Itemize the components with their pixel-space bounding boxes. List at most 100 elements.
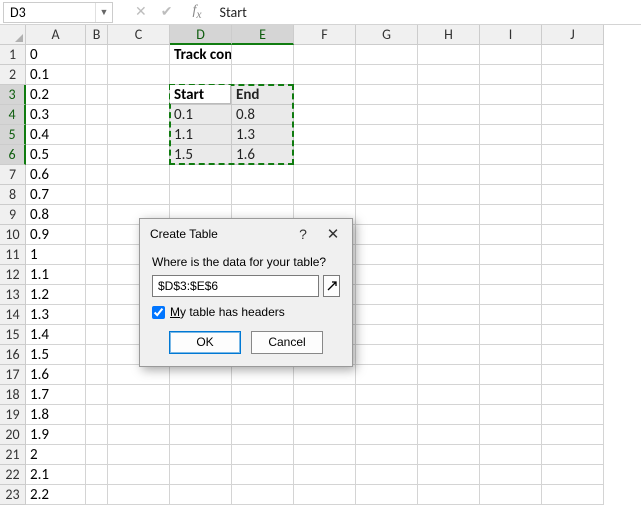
cell-B9[interactable] xyxy=(86,205,108,225)
cell-H18[interactable] xyxy=(418,385,480,405)
cell-F2[interactable] xyxy=(294,65,356,85)
cell-C23[interactable] xyxy=(108,485,170,505)
cell-I8[interactable] xyxy=(480,185,542,205)
cell-H9[interactable] xyxy=(418,205,480,225)
row-header-22[interactable]: 22 xyxy=(0,465,26,485)
cell-J21[interactable] xyxy=(542,445,604,465)
cell-H2[interactable] xyxy=(418,65,480,85)
cell-F21[interactable] xyxy=(294,445,356,465)
cell-I20[interactable] xyxy=(480,425,542,445)
cell-G15[interactable] xyxy=(356,325,418,345)
cell-F20[interactable] xyxy=(294,425,356,445)
headers-checkbox-label[interactable]: My table has headers xyxy=(170,305,285,319)
cell-G19[interactable] xyxy=(356,405,418,425)
cell-D17[interactable] xyxy=(170,365,232,385)
cell-I7[interactable] xyxy=(480,165,542,185)
cell-J11[interactable] xyxy=(542,245,604,265)
cell-A23[interactable]: 2.2 xyxy=(26,485,86,505)
cell-J17[interactable] xyxy=(542,365,604,385)
cell-I2[interactable] xyxy=(480,65,542,85)
row-header-18[interactable]: 18 xyxy=(0,385,26,405)
row-header-4[interactable]: 4 xyxy=(0,105,26,125)
cell-H22[interactable] xyxy=(418,465,480,485)
cell-A4[interactable]: 0.3 xyxy=(26,105,86,125)
cell-F1[interactable] xyxy=(294,45,356,65)
cell-A19[interactable]: 1.8 xyxy=(26,405,86,425)
col-header-A[interactable]: A xyxy=(26,25,86,45)
cell-F5[interactable] xyxy=(294,125,356,145)
formula-input[interactable]: Start xyxy=(216,4,641,21)
cell-G21[interactable] xyxy=(356,445,418,465)
ok-button[interactable]: OK xyxy=(169,331,241,354)
cell-G1[interactable] xyxy=(356,45,418,65)
cell-J23[interactable] xyxy=(542,485,604,505)
cell-I23[interactable] xyxy=(480,485,542,505)
cell-G2[interactable] xyxy=(356,65,418,85)
row-header-2[interactable]: 2 xyxy=(0,65,26,85)
row-header-6[interactable]: 6 xyxy=(0,145,26,165)
cell-H19[interactable] xyxy=(418,405,480,425)
cell-B17[interactable] xyxy=(86,365,108,385)
cell-B5[interactable] xyxy=(86,125,108,145)
cell-G3[interactable] xyxy=(356,85,418,105)
cell-A6[interactable]: 0.5 xyxy=(26,145,86,165)
col-header-B[interactable]: B xyxy=(86,25,108,45)
cell-C7[interactable] xyxy=(108,165,170,185)
cell-A5[interactable]: 0.4 xyxy=(26,125,86,145)
cell-C17[interactable] xyxy=(108,365,170,385)
cell-E22[interactable] xyxy=(232,465,294,485)
cell-H23[interactable] xyxy=(418,485,480,505)
cell-H16[interactable] xyxy=(418,345,480,365)
name-box[interactable]: D3 ▼ xyxy=(3,2,113,23)
cell-E23[interactable] xyxy=(232,485,294,505)
cell-D6[interactable]: 1.5 xyxy=(170,145,232,165)
cell-A21[interactable]: 2 xyxy=(26,445,86,465)
cell-G20[interactable] xyxy=(356,425,418,445)
cell-B23[interactable] xyxy=(86,485,108,505)
cell-A8[interactable]: 0.7 xyxy=(26,185,86,205)
cell-B15[interactable] xyxy=(86,325,108,345)
row-header-1[interactable]: 1 xyxy=(0,45,26,65)
cell-H7[interactable] xyxy=(418,165,480,185)
cell-C21[interactable] xyxy=(108,445,170,465)
cell-A9[interactable]: 0.8 xyxy=(26,205,86,225)
cell-J12[interactable] xyxy=(542,265,604,285)
cell-C18[interactable] xyxy=(108,385,170,405)
cell-J3[interactable] xyxy=(542,85,604,105)
col-header-I[interactable]: I xyxy=(480,25,542,45)
cell-I22[interactable] xyxy=(480,465,542,485)
cell-F8[interactable] xyxy=(294,185,356,205)
col-header-J[interactable]: J xyxy=(542,25,604,45)
cell-A3[interactable]: 0.2 xyxy=(26,85,86,105)
collapse-dialog-icon[interactable] xyxy=(323,275,340,297)
cell-B2[interactable] xyxy=(86,65,108,85)
cell-E8[interactable] xyxy=(232,185,294,205)
cell-D7[interactable] xyxy=(170,165,232,185)
row-header-14[interactable]: 14 xyxy=(0,305,26,325)
col-header-G[interactable]: G xyxy=(356,25,418,45)
col-header-E[interactable]: E xyxy=(232,25,294,45)
cell-A2[interactable]: 0.1 xyxy=(26,65,86,85)
cell-G11[interactable] xyxy=(356,245,418,265)
cell-A14[interactable]: 1.3 xyxy=(26,305,86,325)
cell-J18[interactable] xyxy=(542,385,604,405)
row-header-17[interactable]: 17 xyxy=(0,365,26,385)
cell-F22[interactable] xyxy=(294,465,356,485)
cell-G12[interactable] xyxy=(356,265,418,285)
cell-E6[interactable]: 1.6 xyxy=(232,145,294,165)
cell-J22[interactable] xyxy=(542,465,604,485)
cell-E17[interactable] xyxy=(232,365,294,385)
cell-B6[interactable] xyxy=(86,145,108,165)
cell-I15[interactable] xyxy=(480,325,542,345)
cell-G14[interactable] xyxy=(356,305,418,325)
cell-H13[interactable] xyxy=(418,285,480,305)
cell-G18[interactable] xyxy=(356,385,418,405)
cell-E4[interactable]: 0.8 xyxy=(232,105,294,125)
row-header-20[interactable]: 20 xyxy=(0,425,26,445)
cell-H6[interactable] xyxy=(418,145,480,165)
cell-E18[interactable] xyxy=(232,385,294,405)
cell-I5[interactable] xyxy=(480,125,542,145)
help-icon[interactable]: ? xyxy=(288,222,318,246)
cell-A15[interactable]: 1.4 xyxy=(26,325,86,345)
cell-I13[interactable] xyxy=(480,285,542,305)
